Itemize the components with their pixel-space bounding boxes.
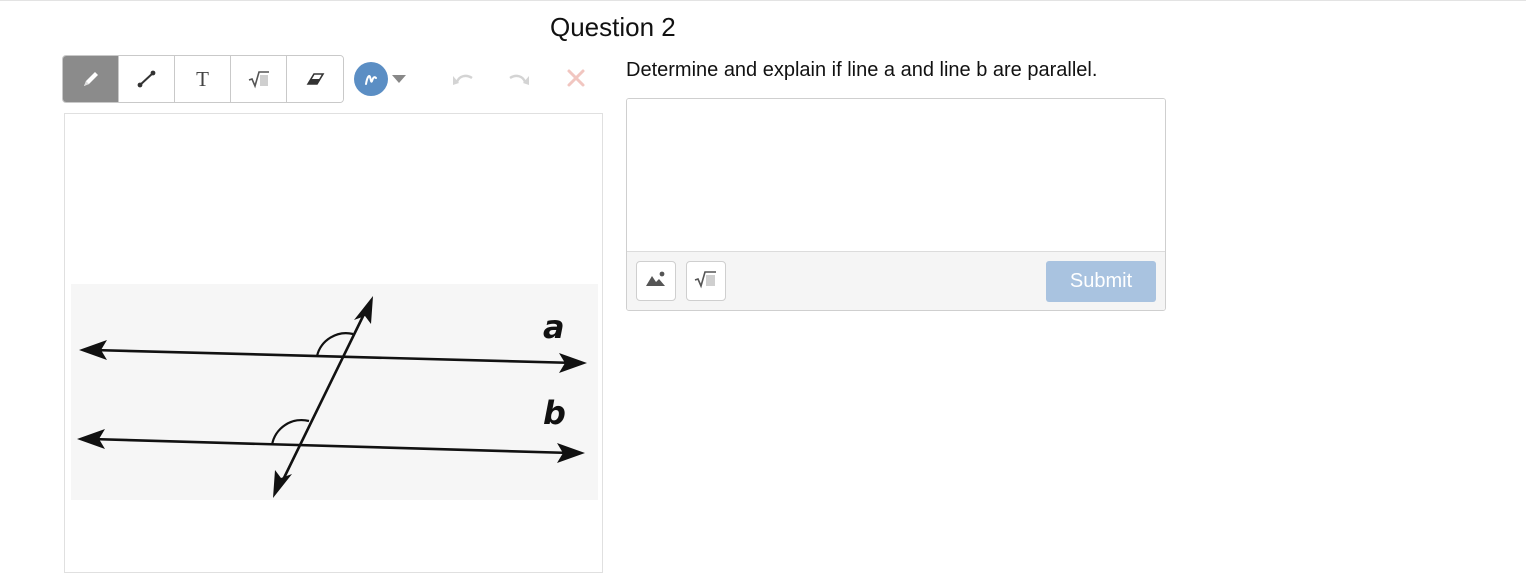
chevron-down-icon bbox=[392, 75, 406, 83]
drawing-toolbar: T bbox=[62, 55, 344, 103]
eraser-icon bbox=[304, 69, 326, 89]
clear-button[interactable] bbox=[562, 66, 590, 94]
insert-image-icon bbox=[645, 270, 667, 293]
pencil-icon bbox=[80, 68, 102, 90]
close-icon bbox=[565, 67, 587, 94]
math-tool-button[interactable] bbox=[231, 56, 287, 102]
undo-icon bbox=[450, 68, 476, 93]
redo-button[interactable] bbox=[505, 66, 533, 94]
math-equation-icon bbox=[693, 269, 719, 294]
question-prompt: Determine and explain if line a and line… bbox=[626, 59, 1098, 81]
line-tool-button[interactable] bbox=[119, 56, 175, 102]
line-segment-icon bbox=[136, 68, 158, 90]
top-divider bbox=[0, 0, 1526, 1]
undo-button[interactable] bbox=[449, 66, 477, 94]
submit-button[interactable]: Submit bbox=[1046, 261, 1156, 302]
eraser-tool-button[interactable] bbox=[287, 56, 343, 102]
square-root-icon bbox=[247, 69, 271, 89]
transversal-diagram bbox=[77, 296, 587, 498]
tool-group: T bbox=[62, 55, 344, 103]
pen-color-swatch-icon bbox=[354, 62, 388, 96]
pen-color-picker[interactable] bbox=[354, 62, 406, 96]
answer-editor: Submit bbox=[626, 98, 1166, 311]
page-title: Question 2 bbox=[550, 12, 676, 42]
redo-icon bbox=[506, 68, 532, 93]
text-icon: T bbox=[196, 66, 209, 91]
insert-math-button[interactable] bbox=[686, 261, 726, 301]
drawing-canvas[interactable]: a b bbox=[64, 113, 603, 573]
answer-textarea[interactable] bbox=[627, 99, 1165, 251]
text-tool-button[interactable]: T bbox=[175, 56, 231, 102]
parallel-lines-figure: a b bbox=[71, 284, 598, 500]
line-a-label: a bbox=[543, 308, 565, 346]
pencil-tool-button[interactable] bbox=[63, 56, 119, 102]
answer-toolbar: Submit bbox=[627, 251, 1165, 310]
insert-image-button[interactable] bbox=[636, 261, 676, 301]
line-b-label: b bbox=[543, 394, 566, 432]
